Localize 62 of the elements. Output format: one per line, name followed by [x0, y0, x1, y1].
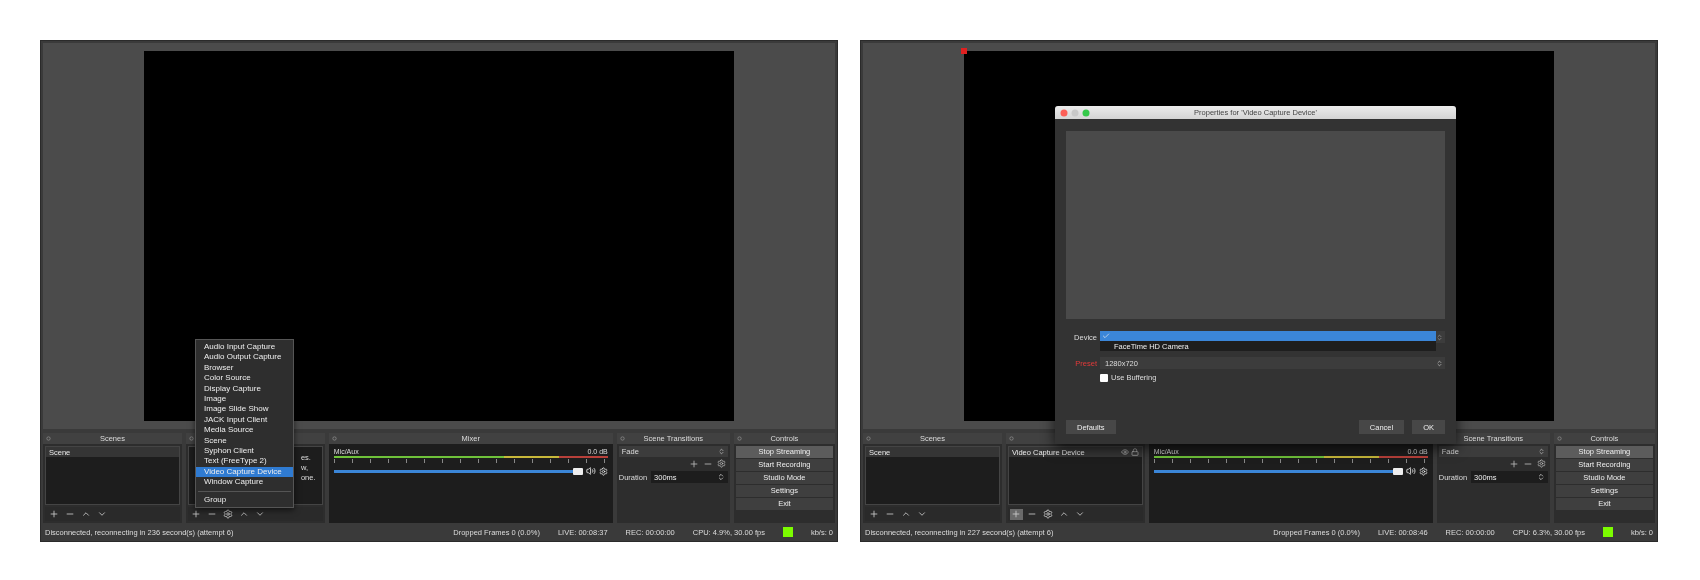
add-icon[interactable] — [868, 509, 879, 519]
lock-icon[interactable] — [1130, 448, 1139, 456]
updown-icon — [1436, 359, 1443, 367]
updown-icon — [717, 448, 725, 455]
move-down-icon[interactable] — [916, 509, 927, 519]
menu-item[interactable]: Audio Output Capture — [196, 352, 293, 363]
add-icon[interactable] — [688, 459, 699, 469]
add-icon[interactable] — [48, 509, 59, 519]
menu-item[interactable]: Video Capture Device — [196, 466, 293, 478]
speaker-icon[interactable] — [585, 466, 596, 476]
menu-item[interactable]: Syphon Client — [196, 446, 293, 457]
move-down-icon[interactable] — [1075, 509, 1086, 519]
updown-icon — [1537, 448, 1545, 455]
settings-icon[interactable] — [716, 459, 726, 468]
dock-float-icon — [1556, 436, 1562, 441]
menu-item[interactable]: Text (FreeType 2) — [196, 456, 293, 467]
dock-float-icon — [188, 436, 194, 441]
close-button[interactable] — [1060, 109, 1068, 117]
dock-float-icon — [46, 436, 51, 441]
plus-icon — [1011, 509, 1022, 519]
settings-icon[interactable] — [223, 509, 234, 519]
checkbox[interactable] — [1100, 373, 1108, 382]
dock-float-icon — [619, 436, 625, 441]
settings-icon[interactable] — [1536, 459, 1546, 468]
menu-item[interactable]: JACK Input Client — [196, 414, 293, 426]
add-button[interactable] — [1009, 508, 1023, 520]
move-up-icon[interactable] — [239, 509, 250, 519]
volume-slider[interactable] — [333, 469, 583, 473]
settings-icon[interactable] — [1043, 509, 1054, 519]
menu-item[interactable]: Scene — [196, 435, 293, 447]
menu-item[interactable]: Media Source — [196, 425, 293, 436]
status-indicator — [1602, 527, 1613, 537]
move-up-icon[interactable] — [900, 509, 911, 519]
status-indicator — [782, 527, 793, 537]
menu-item[interactable]: Color Source — [196, 373, 293, 384]
menu-item[interactable]: Window Capture — [196, 477, 293, 488]
plus-icon — [191, 509, 202, 519]
dock-float-icon — [866, 436, 871, 441]
menu-item[interactable]: Audio Input Capture — [196, 342, 293, 353]
menu-item[interactable]: Browser — [196, 362, 293, 374]
updown-icon[interactable] — [1536, 473, 1545, 481]
menu-item[interactable]: Group — [196, 494, 293, 506]
source-handle[interactable] — [961, 48, 967, 54]
menu-item[interactable]: Image — [196, 394, 293, 405]
dock-float-icon — [331, 436, 337, 441]
eye-icon[interactable] — [1120, 448, 1129, 456]
add-icon[interactable] — [1508, 459, 1519, 469]
move-up-icon[interactable] — [1059, 509, 1070, 519]
updown-icon[interactable] — [716, 473, 725, 481]
volume-handle[interactable] — [572, 467, 583, 475]
move-down-icon[interactable] — [255, 509, 266, 519]
dock-float-icon — [736, 436, 742, 441]
menu-item[interactable]: Image Slide Show — [196, 404, 293, 415]
move-down-icon[interactable] — [96, 509, 107, 519]
check-icon — [1102, 332, 1110, 340]
menu-item[interactable]: Display Capture — [196, 383, 293, 395]
volume-slider[interactable] — [1153, 469, 1403, 473]
volume-handle[interactable] — [1392, 467, 1403, 475]
move-up-icon[interactable] — [80, 509, 91, 519]
speaker-icon[interactable] — [1405, 466, 1416, 476]
dock-float-icon — [1008, 436, 1014, 441]
updown-icon — [1436, 333, 1443, 341]
